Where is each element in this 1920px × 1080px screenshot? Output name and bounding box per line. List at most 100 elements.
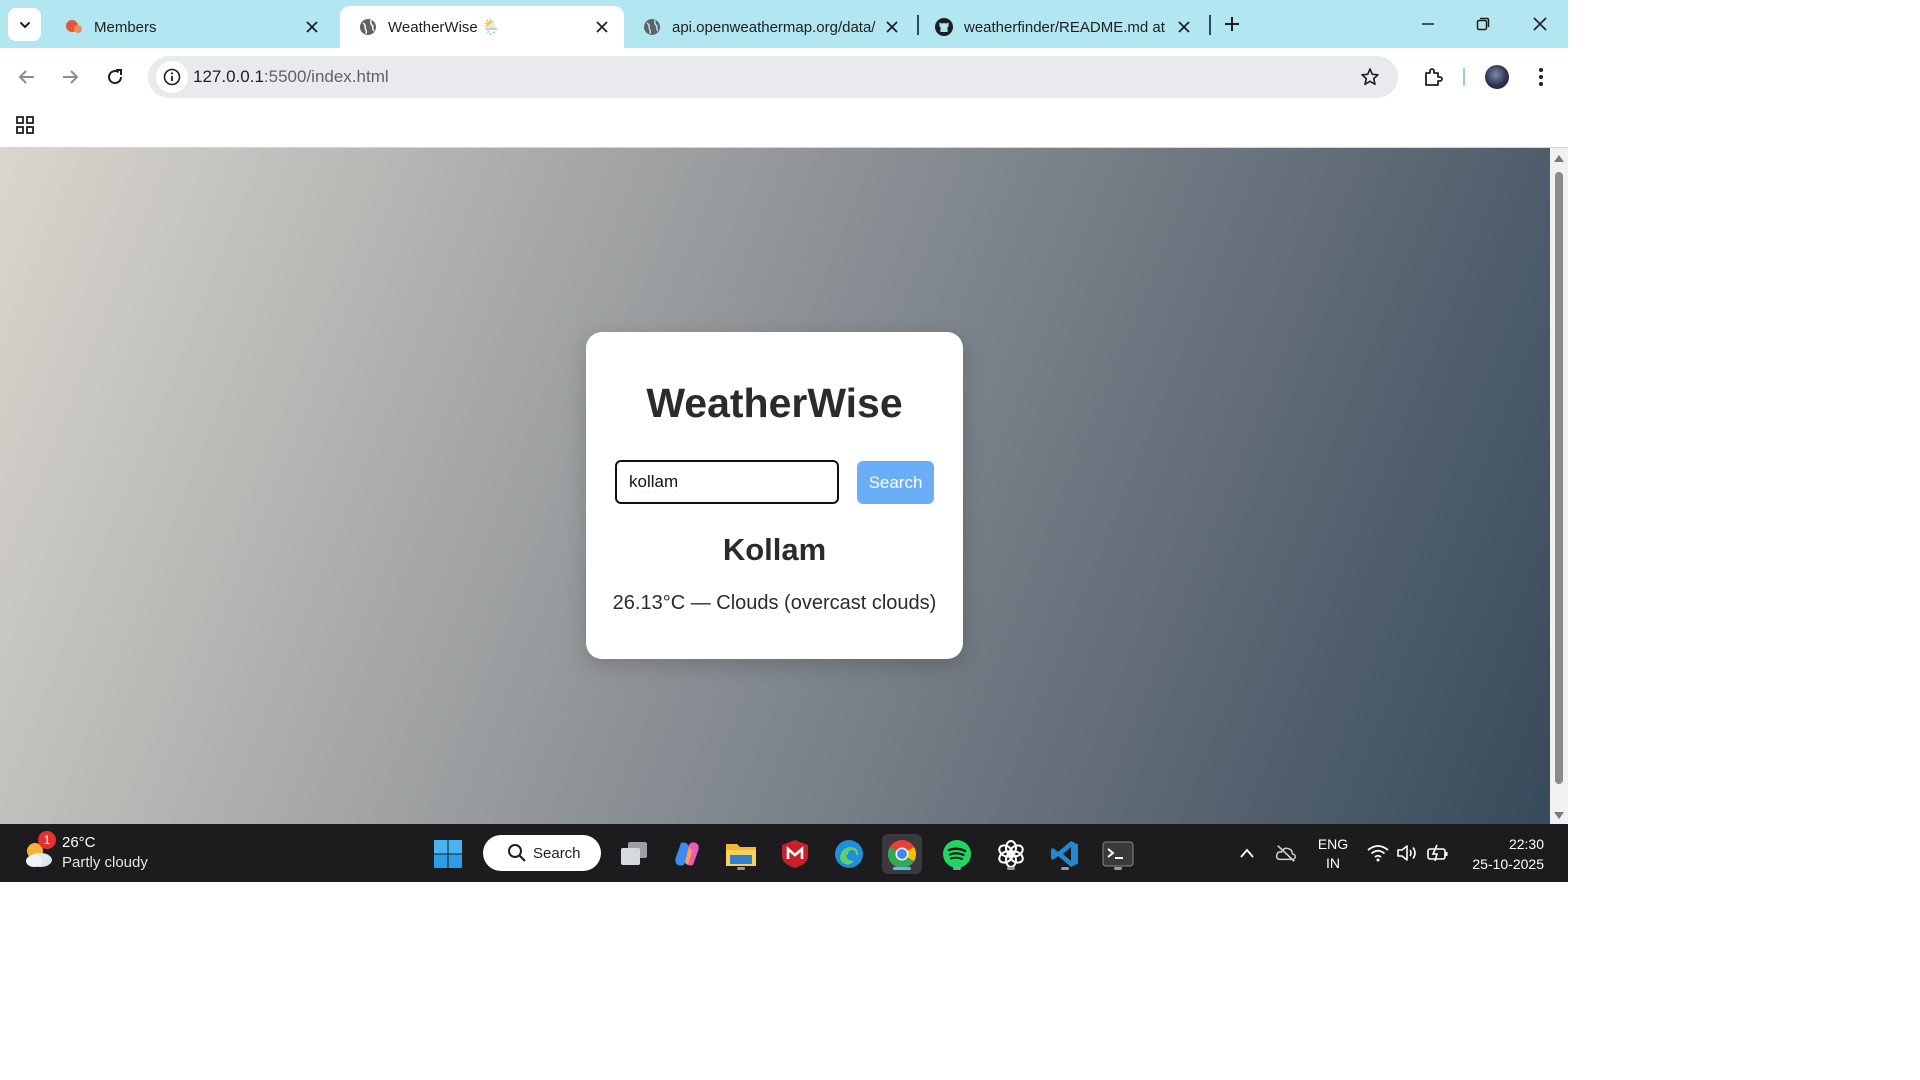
chatgpt-icon (998, 840, 1024, 868)
minimize-icon (1422, 23, 1434, 25)
weather-card: WeatherWise Search Kollam 26.13°C — Clou… (586, 332, 963, 659)
chatgpt-app[interactable] (991, 834, 1031, 874)
weather-temperature[interactable]: 26°C (62, 834, 96, 851)
battery-button[interactable] (1427, 842, 1449, 864)
url-host: 127.0.0.1 (193, 67, 264, 86)
running-indicator (1114, 867, 1122, 870)
scrollbar-thumb[interactable] (1555, 172, 1563, 784)
address-bar[interactable]: 127.0.0.1:5500/index.html (148, 56, 1398, 98)
speaker-icon (1397, 845, 1416, 861)
puzzle-icon (1425, 68, 1443, 86)
close-tab-icon[interactable] (592, 17, 612, 37)
scroll-up-arrow-icon[interactable] (1553, 152, 1565, 164)
new-tab-button[interactable] (1220, 12, 1244, 36)
input-language-indicator[interactable]: ENG IN (1316, 835, 1350, 873)
mcafee-app[interactable] (775, 834, 815, 874)
close-tab-icon[interactable] (882, 17, 902, 37)
tab-strip: Members WeatherWise 🌦️ api.openweatherma… (0, 0, 1568, 48)
edge-app[interactable] (829, 834, 869, 874)
apps-grid-icon (16, 116, 34, 134)
running-indicator (1061, 867, 1069, 870)
site-info-button[interactable] (156, 61, 188, 93)
toolbar-divider (1463, 68, 1465, 86)
copilot-app[interactable] (667, 834, 707, 874)
running-indicator (953, 867, 961, 870)
chrome-icon (888, 840, 916, 868)
edge-icon (835, 840, 863, 868)
arrow-left-icon (18, 70, 34, 84)
start-button[interactable] (428, 834, 468, 874)
cloud-off-icon (1275, 845, 1297, 862)
vscode-icon (1051, 841, 1078, 867)
battery-charging-icon (1427, 844, 1448, 862)
tab-github-readme[interactable]: weatherfinder/README.md at m (916, 6, 1206, 48)
tab-title: api.openweathermap.org/data/ (672, 18, 876, 36)
browser-toolbar: 127.0.0.1:5500/index.html (0, 48, 1568, 106)
copilot-icon (675, 842, 699, 866)
reload-icon (108, 69, 123, 85)
profile-avatar[interactable] (1485, 65, 1509, 89)
bookmarks-bar (0, 106, 1568, 148)
close-window-button[interactable] (1526, 10, 1554, 38)
weather-notification-badge: 1 (38, 831, 56, 849)
members-favicon-icon (64, 17, 84, 37)
star-icon (1361, 68, 1379, 86)
minimize-button[interactable] (1414, 10, 1442, 38)
spotify-app[interactable] (937, 834, 977, 874)
system-clock[interactable]: 22:30 25-10-2025 (1460, 834, 1544, 874)
forward-button[interactable] (55, 62, 85, 92)
tab-members[interactable]: Members (46, 6, 334, 48)
windows-logo-icon (434, 840, 462, 868)
volume-button[interactable] (1396, 842, 1418, 864)
bookmark-star-button[interactable] (1358, 65, 1382, 89)
apps-button[interactable] (12, 112, 38, 138)
language-code: ENG (1317, 836, 1349, 852)
tab-title: WeatherWise 🌦️ (388, 19, 501, 36)
arrow-right-icon (63, 70, 79, 84)
show-hidden-icons-button[interactable] (1236, 842, 1258, 864)
running-indicator (893, 867, 911, 870)
scroll-down-arrow-icon[interactable] (1553, 810, 1565, 822)
vscode-app[interactable] (1045, 834, 1085, 874)
onedrive-status-button[interactable] (1275, 842, 1297, 864)
browser-menu-button[interactable] (1528, 64, 1554, 90)
reload-button[interactable] (100, 62, 130, 92)
close-icon (1533, 17, 1547, 31)
app-title: WeatherWise (646, 380, 903, 426)
chrome-app[interactable] (882, 834, 922, 874)
search-icon (508, 844, 526, 862)
github-icon (934, 17, 954, 37)
page-viewport: WeatherWise Search Kollam 26.13°C — Clou… (0, 148, 1550, 824)
search-button[interactable]: Search (857, 461, 934, 504)
taskbar: 1 26°C Partly cloudy Search ENG IN 22:30… (0, 824, 1568, 882)
chevron-down-icon (19, 21, 30, 28)
taskbar-search-label: Search (533, 844, 581, 862)
wifi-icon (1367, 845, 1389, 862)
tab-openweathermap[interactable]: api.openweathermap.org/data/ (624, 6, 914, 48)
tab-search-button[interactable] (8, 8, 41, 41)
back-button[interactable] (12, 62, 42, 92)
clock-time: 22:30 (1508, 836, 1544, 852)
close-tab-icon[interactable] (1174, 17, 1194, 37)
city-search-input[interactable] (615, 460, 839, 504)
close-tab-icon[interactable] (302, 17, 322, 37)
wifi-button[interactable] (1367, 842, 1389, 864)
taskbar-search[interactable]: Search (483, 835, 601, 871)
file-explorer-app[interactable] (721, 834, 761, 874)
info-icon (163, 68, 181, 86)
task-view-button[interactable] (614, 834, 654, 874)
restore-button[interactable] (1469, 10, 1497, 38)
extensions-button[interactable] (1420, 64, 1446, 90)
tab-title: weatherfinder/README.md at m (964, 18, 1168, 36)
page-scrollbar[interactable] (1550, 148, 1568, 824)
city-name: Kollam (722, 532, 827, 567)
folder-icon (726, 844, 756, 866)
terminal-icon (1102, 841, 1134, 867)
weather-condition[interactable]: Partly cloudy (62, 854, 148, 871)
restore-icon (1476, 17, 1490, 31)
tab-weatherwise[interactable]: WeatherWise 🌦️ (340, 6, 624, 48)
clock-date: 25-10-2025 (1472, 856, 1544, 872)
terminal-app[interactable] (1098, 834, 1138, 874)
plus-icon (1225, 17, 1239, 31)
spotify-icon (943, 840, 971, 868)
